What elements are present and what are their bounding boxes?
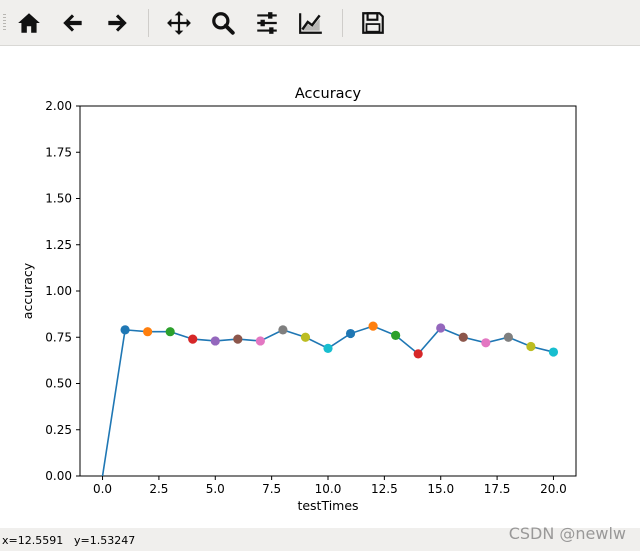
- forward-button[interactable]: [99, 5, 135, 41]
- arrow-right-icon: [108, 14, 127, 32]
- data-point-marker: [143, 327, 153, 337]
- move-icon: [167, 11, 191, 35]
- y-tick-label: 0.75: [45, 330, 72, 344]
- x-tick-label: 15.0: [427, 482, 454, 496]
- arrow-left-icon: [63, 14, 82, 32]
- home-button[interactable]: [11, 5, 47, 41]
- y-tick-label: 0.00: [45, 469, 72, 483]
- x-tick-label: 2.5: [149, 482, 168, 496]
- data-point-marker: [345, 328, 356, 339]
- floppy-disk-icon: [362, 12, 384, 34]
- figure-canvas[interactable]: 0.0 2.5 5.0 7.5 10.0 12.5 15.0 17.5 20.0 0.00 0.25…: [0, 46, 640, 528]
- data-point-marker: [188, 334, 198, 344]
- data-point-marker: [300, 332, 311, 342]
- data-point-marker: [233, 334, 243, 344]
- data-point-marker: [391, 330, 401, 340]
- x-tick-label: 12.5: [371, 482, 398, 496]
- data-point-marker: [278, 325, 288, 335]
- y-tick-label: 0.25: [45, 423, 72, 437]
- x-tick-label: 7.5: [262, 482, 281, 496]
- data-point-marker: [503, 332, 513, 342]
- y-tick-label: 2.00: [45, 99, 72, 113]
- zoom-button[interactable]: [205, 5, 241, 41]
- back-button[interactable]: [55, 5, 91, 41]
- x-tick-label: 17.5: [484, 482, 511, 496]
- data-point-marker: [436, 323, 446, 333]
- y-axis-label: accuracy: [20, 262, 35, 319]
- x-axis-label: testTimes: [297, 498, 358, 513]
- pan-button[interactable]: [161, 5, 197, 41]
- x-tick-label: 5.0: [206, 482, 225, 496]
- subplots-button[interactable]: [249, 5, 285, 41]
- data-point-marker: [368, 321, 378, 331]
- y-tick-label: 1.25: [45, 238, 72, 252]
- data-point-marker: [526, 341, 536, 352]
- x-coordinate-readout: x=12.5591: [2, 534, 64, 547]
- toolbar-separator: [342, 9, 343, 37]
- data-point-marker: [210, 336, 220, 346]
- data-point-marker: [458, 332, 468, 342]
- y-tick-label: 1.00: [45, 284, 72, 298]
- watermark: CSDN @newlw: [508, 524, 626, 543]
- toolbar: [0, 0, 640, 46]
- data-point-marker: [165, 327, 175, 337]
- data-point-marker: [548, 347, 559, 357]
- data-point-marker: [481, 338, 491, 348]
- x-tick-label: 10.0: [315, 482, 342, 496]
- magnifier-icon: [212, 12, 235, 35]
- plot-frame: [79, 105, 577, 477]
- sliders-icon: [257, 12, 277, 34]
- home-icon: [18, 13, 40, 33]
- data-point-marker: [323, 343, 333, 353]
- toolbar-separator: [148, 9, 149, 37]
- save-button[interactable]: [355, 5, 391, 41]
- data-point-marker: [413, 349, 423, 359]
- chart-title: Accuracy: [295, 86, 362, 102]
- data-point-marker: [120, 325, 130, 335]
- y-coordinate-readout: y=1.53247: [74, 534, 136, 547]
- accuracy-chart: 0.0 2.5 5.0 7.5 10.0 12.5 15.0 17.5 20.0 0.00 0.25…: [20, 86, 577, 513]
- y-tick-label: 1.50: [45, 192, 72, 206]
- chart-line-icon: [299, 13, 322, 34]
- toolbar-grip: [3, 14, 6, 32]
- y-tick-label: 0.50: [45, 377, 72, 391]
- data-point-marker: [255, 336, 265, 346]
- y-tick-label: 1.75: [45, 145, 72, 159]
- x-tick-label: 0.0: [93, 482, 112, 496]
- x-tick-label: 20.0: [540, 482, 567, 496]
- edit-axes-button[interactable]: [293, 5, 329, 41]
